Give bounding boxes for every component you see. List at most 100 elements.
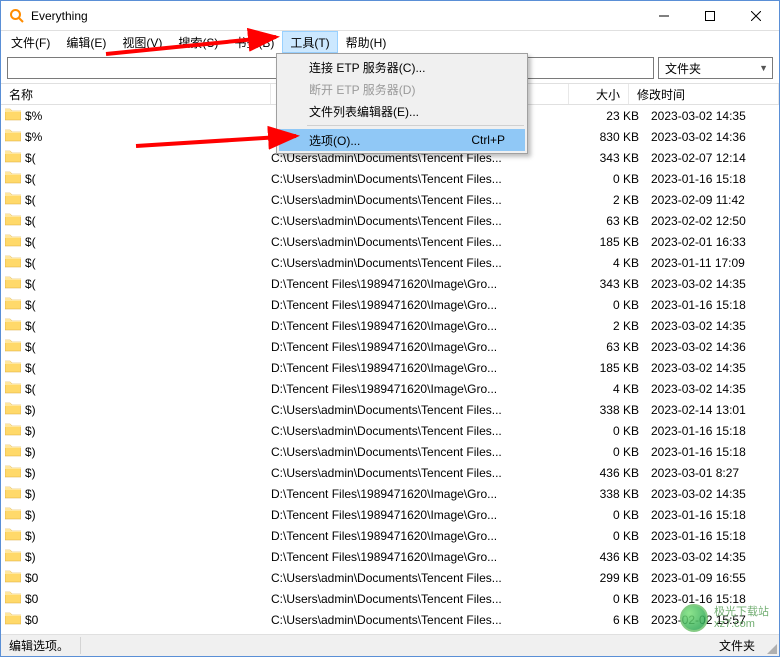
cell-size: 0 KB (587, 508, 647, 522)
dropdown-item[interactable]: 连接 ETP 服务器(C)... (279, 56, 525, 78)
table-row[interactable]: $(C:\Users\admin\Documents\Tencent Files… (1, 210, 779, 231)
folder-icon (5, 296, 25, 313)
cell-path: C:\Users\admin\Documents\Tencent Files..… (271, 403, 587, 417)
menu-item[interactable]: 编辑(E) (58, 31, 114, 53)
cell-name: $0 (1, 569, 271, 586)
table-row[interactable]: $(D:\Tencent Files\1989471620\Image\Gro.… (1, 294, 779, 315)
table-row[interactable]: $0C:\Users\admin\Documents\Tencent Files… (1, 588, 779, 609)
table-row[interactable]: $)C:\Users\admin\Documents\Tencent Files… (1, 399, 779, 420)
menu-item[interactable]: 书签(B) (226, 31, 282, 53)
folder-icon (5, 443, 25, 460)
table-row[interactable]: $)D:\Tencent Files\1989471620\Image\Gro.… (1, 483, 779, 504)
window-title: Everything (31, 9, 641, 23)
column-header-size[interactable]: 大小 (569, 84, 629, 104)
cell-name: $) (1, 422, 271, 439)
cell-name: $) (1, 464, 271, 481)
folder-icon (5, 338, 25, 355)
cell-path: D:\Tencent Files\1989471620\Image\Gro... (271, 298, 587, 312)
menu-item[interactable]: 文件(F) (3, 31, 58, 53)
cell-size: 830 KB (587, 130, 647, 144)
cell-size: 343 KB (587, 151, 647, 165)
cell-name: $0 (1, 611, 271, 627)
table-row[interactable]: $)D:\Tencent Files\1989471620\Image\Gro.… (1, 525, 779, 546)
resize-grip[interactable] (765, 642, 777, 654)
cell-size: 343 KB (587, 277, 647, 291)
cell-name: $( (1, 191, 271, 208)
cell-date: 2023-03-02 14:36 (647, 340, 779, 354)
dropdown-item[interactable]: 选项(O)...Ctrl+P (279, 129, 525, 151)
cell-name: $( (1, 254, 271, 271)
menu-item[interactable]: 搜索(S) (170, 31, 226, 53)
cell-path: C:\Users\admin\Documents\Tencent Files..… (271, 214, 587, 228)
menubar: 文件(F)编辑(E)视图(V)搜索(S)书签(B)工具(T)帮助(H) (1, 31, 779, 53)
table-row[interactable]: $(C:\Users\admin\Documents\Tencent Files… (1, 168, 779, 189)
folder-icon (5, 506, 25, 523)
table-row[interactable]: $(C:\Users\admin\Documents\Tencent Files… (1, 231, 779, 252)
cell-date: 2023-02-07 12:14 (647, 151, 779, 165)
table-row[interactable]: $(C:\Users\admin\Documents\Tencent Files… (1, 189, 779, 210)
maximize-button[interactable] (687, 1, 733, 31)
close-button[interactable] (733, 1, 779, 31)
folder-icon (5, 401, 25, 418)
minimize-button[interactable] (641, 1, 687, 31)
chevron-down-icon: ▼ (759, 63, 768, 73)
folder-icon (5, 191, 25, 208)
cell-size: 185 KB (587, 361, 647, 375)
menu-item[interactable]: 视图(V) (114, 31, 170, 53)
cell-date: 2023-02-02 12:50 (647, 214, 779, 228)
folder-icon (5, 128, 25, 145)
cell-path: D:\Tencent Files\1989471620\Image\Gro... (271, 487, 587, 501)
table-row[interactable]: $(D:\Tencent Files\1989471620\Image\Gro.… (1, 357, 779, 378)
cell-size: 63 KB (587, 214, 647, 228)
column-header-date[interactable]: 修改时间 (629, 84, 779, 104)
table-row[interactable]: $(D:\Tencent Files\1989471620\Image\Gro.… (1, 378, 779, 399)
table-row[interactable]: $(D:\Tencent Files\1989471620\Image\Gro.… (1, 315, 779, 336)
table-row[interactable]: $0C:\Users\admin\Documents\Tencent Files… (1, 567, 779, 588)
folder-icon (5, 233, 25, 250)
cell-path: C:\Users\admin\Documents\Tencent Files..… (271, 466, 587, 480)
app-icon (9, 8, 25, 24)
folder-icon (5, 485, 25, 502)
table-row[interactable]: $(D:\Tencent Files\1989471620\Image\Gro.… (1, 273, 779, 294)
table-row[interactable]: $)C:\Users\admin\Documents\Tencent Files… (1, 420, 779, 441)
table-row[interactable]: $)D:\Tencent Files\1989471620\Image\Gro.… (1, 546, 779, 567)
table-row[interactable]: $)C:\Users\admin\Documents\Tencent Files… (1, 441, 779, 462)
cell-path: D:\Tencent Files\1989471620\Image\Gro... (271, 508, 587, 522)
cell-name: $( (1, 380, 271, 397)
cell-size: 4 KB (587, 256, 647, 270)
cell-date: 2023-01-16 15:18 (647, 298, 779, 312)
menu-item[interactable]: 工具(T) (282, 31, 337, 53)
table-row[interactable]: $)D:\Tencent Files\1989471620\Image\Gro.… (1, 504, 779, 525)
column-header-name[interactable]: 名称 (1, 84, 271, 104)
cell-name: $( (1, 317, 271, 334)
cell-date: 2023-02-01 16:33 (647, 235, 779, 249)
table-row[interactable]: $0C:\Users\admin\Documents\Tencent Files… (1, 609, 779, 627)
table-row[interactable]: $)C:\Users\admin\Documents\Tencent Files… (1, 462, 779, 483)
cell-date: 2023-03-02 14:35 (647, 550, 779, 564)
cell-size: 2 KB (587, 193, 647, 207)
cell-date: 2023-03-01 8:27 (647, 466, 779, 480)
folder-icon (5, 359, 25, 376)
status-left: 编辑选项。 (1, 637, 81, 654)
table-row[interactable]: $(D:\Tencent Files\1989471620\Image\Gro.… (1, 336, 779, 357)
file-list[interactable]: $%23 KB2023-03-02 14:35$%830 KB2023-03-0… (1, 105, 779, 627)
cell-size: 299 KB (587, 571, 647, 585)
filter-select[interactable]: 文件夹 ▼ (658, 57, 773, 79)
cell-size: 436 KB (587, 466, 647, 480)
cell-path: C:\Users\admin\Documents\Tencent Files..… (271, 235, 587, 249)
menu-item[interactable]: 帮助(H) (338, 31, 395, 53)
dropdown-item[interactable]: 文件列表编辑器(E)... (279, 100, 525, 122)
cell-name: $% (1, 128, 271, 145)
cell-name: $) (1, 527, 271, 544)
cell-path: C:\Users\admin\Documents\Tencent Files..… (271, 424, 587, 438)
cell-name: $( (1, 359, 271, 376)
cell-date: 2023-02-14 13:01 (647, 403, 779, 417)
table-row[interactable]: $(C:\Users\admin\Documents\Tencent Files… (1, 252, 779, 273)
cell-name: $% (1, 107, 271, 124)
cell-size: 0 KB (587, 424, 647, 438)
cell-size: 0 KB (587, 592, 647, 606)
folder-icon (5, 275, 25, 292)
folder-icon (5, 107, 25, 124)
cell-name: $) (1, 485, 271, 502)
cell-date: 2023-03-02 14:36 (647, 130, 779, 144)
